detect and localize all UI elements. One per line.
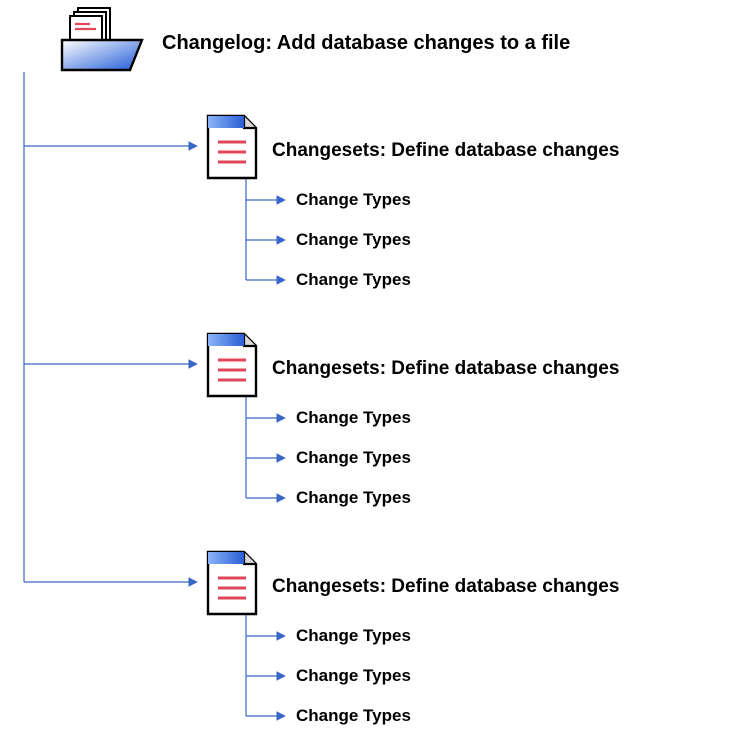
change-type-label: Change Types	[296, 666, 411, 686]
document-lines-icon	[204, 112, 260, 182]
change-type-label: Change Types	[296, 190, 411, 210]
change-type-label: Change Types	[296, 706, 411, 726]
changeset-label: Changesets: Define database changes	[272, 358, 619, 380]
changeset-label: Changesets: Define database changes	[272, 576, 619, 598]
document-lines-icon	[204, 548, 260, 618]
document-lines-icon	[204, 330, 260, 400]
folder-document-stack-icon	[60, 6, 144, 74]
change-type-label: Change Types	[296, 270, 411, 290]
change-type-label: Change Types	[296, 448, 411, 468]
change-type-label: Change Types	[296, 626, 411, 646]
change-type-label: Change Types	[296, 230, 411, 250]
change-type-label: Change Types	[296, 488, 411, 508]
change-type-label: Change Types	[296, 408, 411, 428]
changelog-root-label: Changelog: Add database changes to a fil…	[162, 32, 570, 55]
changeset-label: Changesets: Define database changes	[272, 140, 619, 162]
